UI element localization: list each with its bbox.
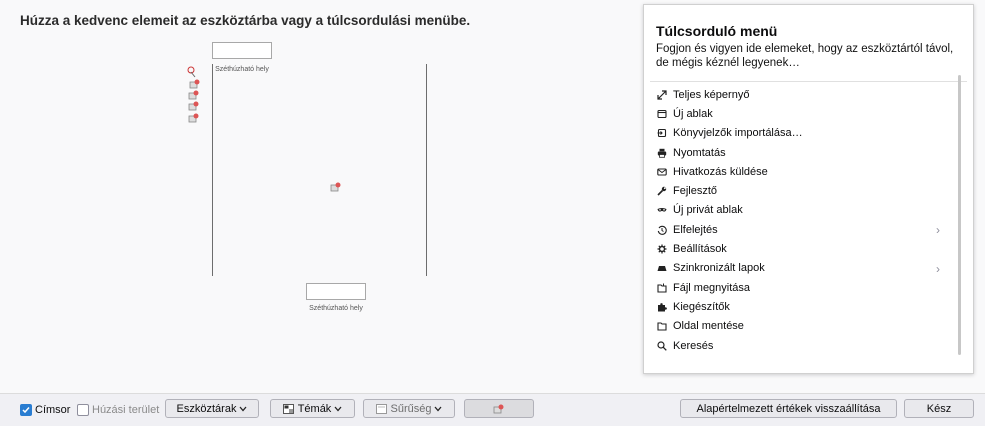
menu-item-import-bookmarks[interactable]: Könyvjelzők importálása… (644, 124, 954, 143)
toolbars-dropdown-button[interactable]: Eszköztárak (165, 399, 259, 418)
separator-line (426, 64, 427, 276)
divider (650, 81, 967, 82)
restore-defaults-button[interactable]: Alapértelmezett értékek visszaállítása (680, 399, 897, 418)
page-heading: Húzza a kedvenc elemeit az eszköztárba v… (20, 13, 471, 28)
separator-line (212, 64, 213, 276)
flexible-space-item[interactable] (306, 283, 366, 300)
menu-item-save-page[interactable]: Oldal mentése (644, 317, 954, 336)
new-window-icon (657, 109, 667, 118)
menu-item-label: Fájl megnyitása (673, 281, 751, 294)
theme-icon (282, 403, 294, 414)
panel-description: Fogjon és vigyen ide elemeket, hogy az e… (656, 43, 954, 69)
import-icon (657, 129, 667, 138)
puzzle-icon[interactable] (188, 112, 200, 124)
menu-item-print[interactable]: Nyomtatás (644, 143, 954, 162)
fullscreen-icon (657, 90, 667, 100)
density-label: Sűrűség (390, 402, 432, 415)
checkbox-unchecked-icon (77, 404, 89, 416)
chevron-right-icon: › (936, 261, 940, 276)
menu-item-fullscreen[interactable]: Teljes képernyő (644, 85, 954, 104)
menu-item-synced-tabs[interactable]: Szinkronizált lapok › (644, 259, 954, 278)
chevron-right-icon: › (936, 223, 940, 238)
title-bar-label: Címsor (35, 404, 71, 416)
menu-item-label: Szinkronizált lapok (673, 262, 765, 275)
menu-item-label: Nyomtatás (673, 146, 726, 159)
done-label: Kész (926, 402, 952, 415)
menu-item-new-window[interactable]: Új ablak (644, 104, 954, 123)
gear-icon (657, 244, 667, 254)
flexible-space-item[interactable] (212, 42, 272, 59)
chevron-down-icon (239, 406, 247, 411)
flexible-space-label: Széthúzható hely (309, 305, 363, 312)
toolbars-label: Eszköztárak (176, 402, 237, 415)
puzzle-icon[interactable] (188, 100, 200, 112)
email-icon (657, 168, 667, 176)
drag-space-label: Húzási terület (92, 404, 160, 416)
themes-label: Témák (297, 402, 332, 415)
panel-title: Túlcsorduló menü (656, 23, 778, 39)
menu-item-label: Teljes képernyő (673, 88, 750, 101)
checkbox-checked-icon (20, 404, 32, 416)
menu-item-open-file[interactable]: Fájl megnyitása (644, 278, 954, 297)
wrench-icon (657, 186, 667, 196)
menu-item-label: Beállítások (673, 243, 727, 256)
done-button[interactable]: Kész (904, 399, 974, 418)
menu-item-forget[interactable]: Elfelejtés › (644, 220, 954, 239)
puzzle-icon[interactable] (187, 66, 199, 78)
chevron-down-icon (434, 406, 442, 411)
customize-footer: Címsor Húzási terület Eszköztárak Témák … (0, 393, 985, 426)
overflow-menu-panel: Túlcsorduló menü Fogjon és vigyen ide el… (643, 4, 974, 374)
themes-dropdown-button[interactable]: Témák (270, 399, 355, 418)
extension-drop-target[interactable] (464, 399, 534, 418)
save-page-icon (657, 322, 667, 331)
flexible-space-label: Széthúzható hely (215, 66, 269, 73)
puzzle-icon[interactable] (330, 181, 342, 193)
menu-item-label: Elfelejtés (673, 223, 718, 236)
menu-item-settings[interactable]: Beállítások (644, 239, 954, 258)
open-file-icon (657, 283, 667, 293)
panel-scrollbar[interactable] (958, 75, 961, 355)
synced-tabs-icon (657, 266, 667, 272)
title-bar-checkbox[interactable]: Címsor (20, 404, 70, 416)
menu-item-label: Új privát ablak (673, 204, 743, 217)
menu-item-search[interactable]: Keresés (644, 336, 954, 355)
menu-item-email-link[interactable]: Hivatkozás küldése (644, 162, 954, 181)
forget-icon (657, 225, 667, 235)
density-icon (375, 403, 387, 414)
restore-defaults-label: Alapértelmezett értékek visszaállítása (696, 402, 881, 415)
density-dropdown-button[interactable]: Sűrűség (363, 399, 455, 418)
menu-item-private-window[interactable]: Új privát ablak (644, 201, 954, 220)
menu-item-developer[interactable]: Fejlesztő (644, 181, 954, 200)
menu-item-label: Fejlesztő (673, 185, 718, 198)
puzzle-icon (658, 303, 667, 312)
menu-item-label: Oldal mentése (673, 320, 744, 333)
menu-item-label: Új ablak (673, 107, 713, 120)
puzzle-icon (493, 404, 504, 413)
menu-item-label: Könyvjelzők importálása… (673, 127, 803, 140)
overflow-menu-list: Teljes képernyő Új ablak Könyvjelzők imp… (644, 85, 954, 355)
private-mask-icon (657, 208, 667, 212)
print-icon (657, 148, 667, 158)
chevron-down-icon (334, 406, 342, 411)
drag-space-checkbox[interactable]: Húzási terület (77, 404, 159, 416)
menu-item-addons[interactable]: Kiegészítők (644, 297, 954, 316)
search-icon (657, 340, 667, 351)
menu-item-label: Hivatkozás küldése (673, 165, 768, 178)
menu-item-label: Keresés (673, 339, 714, 352)
menu-item-label: Kiegészítők (673, 300, 730, 313)
